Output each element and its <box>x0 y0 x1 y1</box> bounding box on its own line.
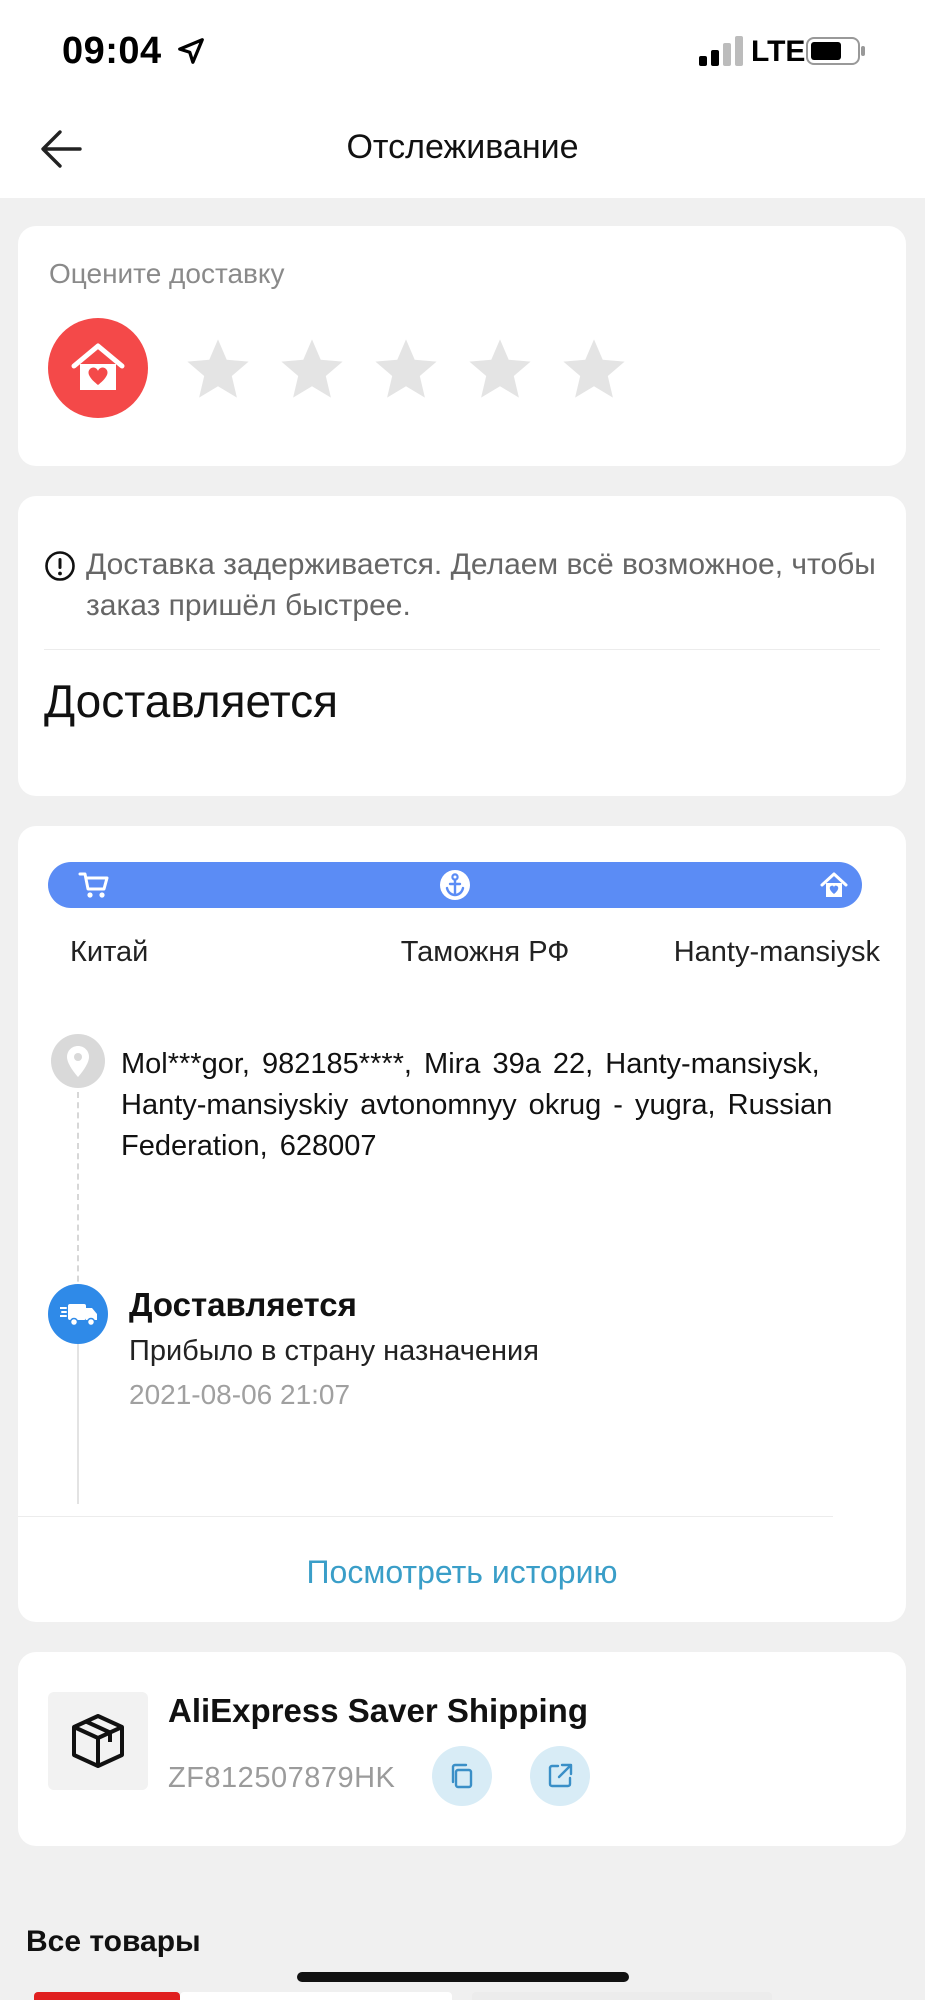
network-type: LTE <box>751 35 806 68</box>
tracking-route-card: Китай Таможня РФ Hanty-mansiysk Mol***go… <box>18 826 906 1622</box>
star-icon[interactable] <box>182 334 254 406</box>
page-title: Отслеживание <box>346 128 579 166</box>
event-timestamp: 2021-08-06 21:07 <box>129 1379 351 1410</box>
copy-icon <box>451 1763 473 1789</box>
home-heart-icon <box>71 343 125 390</box>
star-icon[interactable] <box>464 334 536 406</box>
tracking-number: ZF812507879HK <box>168 1762 396 1794</box>
delay-notice: Доставка задерживается. Делаем всё возмо… <box>86 548 876 622</box>
product-card-peek[interactable] <box>34 1992 180 2000</box>
status-bar: 09:04 LTE <box>0 0 925 100</box>
star-icon[interactable] <box>276 334 348 406</box>
location-arrow-icon <box>178 38 204 64</box>
route-stop-customs: Таможня РФ <box>400 936 570 968</box>
delivery-status-title: Доставляется <box>44 675 339 727</box>
cart-icon <box>78 872 109 898</box>
location-pin-icon <box>67 1046 89 1077</box>
star-icon[interactable] <box>558 334 630 406</box>
open-tracking-button[interactable] <box>530 1746 590 1806</box>
route-progress-bar <box>48 862 862 908</box>
shipping-method-card: AliExpress Saver Shipping ZF812507879HK <box>18 1652 906 1846</box>
signal-icon <box>699 36 743 66</box>
product-card-peek[interactable] <box>472 1992 772 2000</box>
product-card-peek[interactable] <box>180 1992 452 2000</box>
delivery-home-badge <box>48 318 148 418</box>
route-stop-destination: Hanty-mansiysk <box>673 936 880 968</box>
external-link-icon <box>548 1763 573 1788</box>
delivery-address: Mol***gor, 982185****, Mira 39a 22, Hant… <box>121 1048 833 1162</box>
event-title: Доставляется <box>129 1286 357 1323</box>
rate-delivery-card: Оцените доставку <box>18 226 906 466</box>
event-description: Прибыло в страну назначения <box>129 1335 539 1367</box>
delivery-status-card: Доставка задерживается. Делаем всё возмо… <box>18 496 906 796</box>
truck-icon <box>60 1304 97 1327</box>
delivery-truck-badge <box>48 1284 108 1344</box>
divider <box>18 1516 833 1517</box>
view-history-link[interactable]: Посмотреть историю <box>18 1554 906 1591</box>
status-time: 09:04 <box>62 30 162 72</box>
all-goods-heading: Все товары <box>26 1925 201 1958</box>
package-icon <box>72 1714 124 1768</box>
route-stop-origin: Китай <box>70 936 149 968</box>
exclamation-circle-icon <box>45 551 75 581</box>
home-indicator <box>297 1972 629 1982</box>
timeline-line <box>77 1344 79 1504</box>
package-badge <box>48 1692 148 1790</box>
star-icon[interactable] <box>370 334 442 406</box>
rate-delivery-label: Оцените доставку <box>49 258 285 289</box>
home-icon <box>820 872 848 897</box>
timeline-connector <box>77 1092 79 1302</box>
copy-tracking-button[interactable] <box>432 1746 492 1806</box>
shipping-method-name: AliExpress Saver Shipping <box>168 1692 588 1729</box>
nav-bar: Отслеживание <box>0 100 925 198</box>
battery-icon <box>806 37 865 65</box>
divider <box>44 649 880 650</box>
anchor-icon <box>440 870 470 900</box>
address-pin <box>51 1034 105 1088</box>
